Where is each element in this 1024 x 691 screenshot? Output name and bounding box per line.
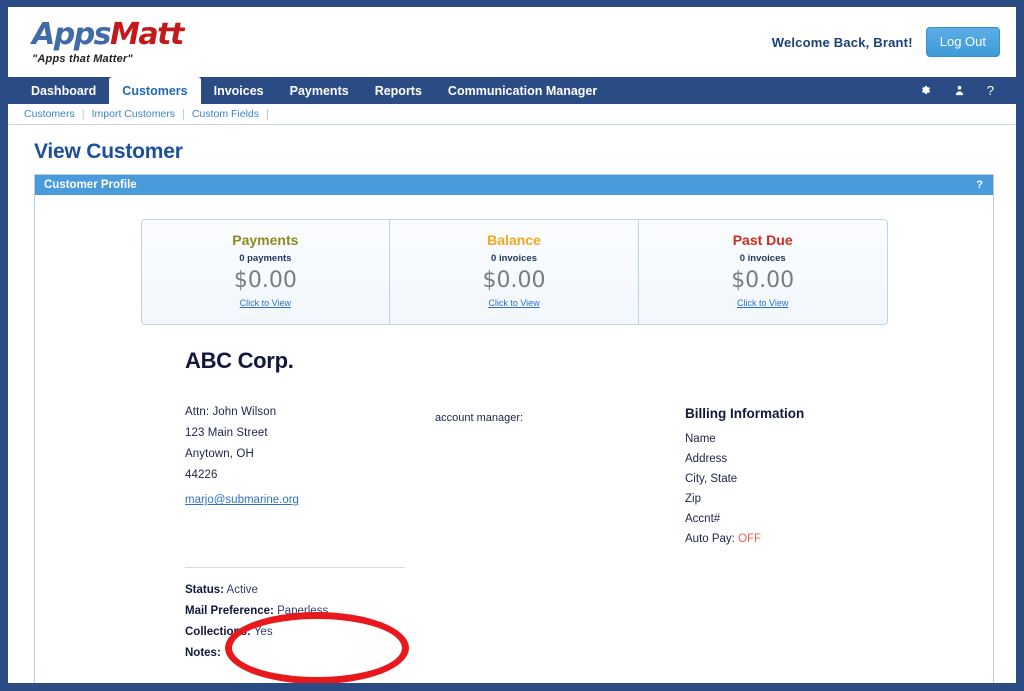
nav-tab-reports[interactable]: Reports bbox=[362, 77, 435, 104]
billing-information-column: Billing Information Name Address City, S… bbox=[685, 406, 945, 553]
page-frame: AppsMatt "Apps that Matter" Welcome Back… bbox=[8, 7, 1016, 683]
app-window: AppsMatt "Apps that Matter" Welcome Back… bbox=[0, 0, 1024, 691]
welcome-message: Welcome Back, Brant! bbox=[771, 34, 913, 50]
customer-street: 123 Main Street bbox=[185, 427, 268, 440]
card-subtitle: 0 invoices bbox=[491, 253, 537, 264]
sub-navigation: Customers | Import Customers | Custom Fi… bbox=[8, 104, 1016, 125]
billing-city-state: City, State bbox=[685, 473, 738, 486]
status-label: Status: bbox=[185, 584, 224, 597]
nav-icon-group: ? bbox=[919, 77, 1016, 104]
billing-account-number: Accnt# bbox=[685, 513, 721, 526]
card-amount: $0.00 bbox=[482, 268, 546, 293]
mail-preference-row: Mail Preference: Paperless bbox=[185, 605, 993, 617]
status-divider bbox=[185, 567, 405, 569]
account-manager-label: account manager: bbox=[435, 412, 524, 425]
summary-card-balance[interactable]: Balance 0 invoices $0.00 Click to View bbox=[389, 220, 638, 325]
summary-card-past-due[interactable]: Past Due 0 invoices $0.00 Click to View bbox=[637, 220, 887, 325]
customer-detail-columns: Attn: John Wilson 123 Main Street Anytow… bbox=[35, 406, 993, 553]
card-amount: $0.00 bbox=[233, 268, 297, 293]
card-view-link[interactable]: Click to View bbox=[240, 298, 291, 308]
logo-tagline: "Apps that Matter" bbox=[32, 52, 133, 65]
nav-tab-dashboard[interactable]: Dashboard bbox=[18, 77, 109, 104]
card-title: Past Due bbox=[732, 232, 793, 248]
panel-header: Customer Profile ? bbox=[35, 175, 993, 195]
logo-wordmark: AppsMatt bbox=[32, 16, 184, 52]
collections-value: Yes bbox=[253, 626, 273, 639]
status-block: Status: Active Mail Preference: Paperles… bbox=[185, 584, 993, 659]
notes-row: Notes: bbox=[185, 647, 993, 659]
status-value: Active bbox=[226, 584, 258, 597]
card-amount: $0.00 bbox=[731, 268, 795, 293]
summary-card-payments[interactable]: Payments 0 payments $0.00 Click to View bbox=[142, 220, 390, 324]
customer-email-link[interactable]: marjo@submarine.org bbox=[185, 494, 299, 506]
subnav-item-custom-fields[interactable]: Custom Fields bbox=[185, 108, 266, 120]
card-subtitle: 0 payments bbox=[239, 253, 292, 264]
nav-tab-customers[interactable]: Customers bbox=[109, 77, 201, 104]
header-right: Welcome Back, Brant! Log Out bbox=[772, 27, 1000, 57]
notes-label: Notes: bbox=[185, 647, 221, 660]
customer-city-state: Anytown, OH bbox=[185, 448, 254, 461]
card-view-link[interactable]: Click to View bbox=[737, 298, 788, 308]
panel-help-icon[interactable]: ? bbox=[976, 179, 983, 191]
billing-address: Address bbox=[685, 453, 728, 466]
subnav-separator: | bbox=[266, 108, 269, 120]
customer-attn: Attn: John Wilson bbox=[185, 406, 277, 419]
logo-matt: Matt bbox=[110, 16, 184, 52]
brand-logo[interactable]: AppsMatt "Apps that Matter" bbox=[20, 16, 184, 65]
panel-body: Payments 0 payments $0.00 Click to View … bbox=[35, 195, 993, 683]
billing-name: Name bbox=[685, 433, 716, 446]
nav-tab-payments[interactable]: Payments bbox=[277, 77, 362, 104]
masthead: AppsMatt "Apps that Matter" Welcome Back… bbox=[8, 7, 1016, 77]
card-view-link[interactable]: Click to View bbox=[488, 298, 539, 308]
logout-button[interactable]: Log Out bbox=[925, 27, 1000, 57]
account-manager-column: account manager: bbox=[435, 406, 685, 553]
card-title: Payments bbox=[232, 232, 299, 248]
billing-zip: Zip bbox=[685, 493, 701, 506]
billing-autopay: Auto Pay: OFF bbox=[685, 533, 945, 545]
page-content: View Customer Customer Profile ? Payment… bbox=[8, 125, 1016, 683]
address-column: Attn: John Wilson 123 Main Street Anytow… bbox=[185, 406, 435, 553]
status-row: Status: Active bbox=[185, 584, 993, 596]
summary-cards: Payments 0 payments $0.00 Click to View … bbox=[140, 219, 888, 326]
card-title: Balance bbox=[487, 232, 541, 248]
autopay-value: OFF bbox=[738, 533, 762, 546]
customer-zip: 44226 bbox=[185, 469, 218, 482]
customer-profile-panel: Customer Profile ? Payments 0 payments $… bbox=[34, 174, 994, 683]
help-question-icon[interactable]: ? bbox=[987, 84, 994, 97]
mail-preference-label: Mail Preference: bbox=[185, 605, 274, 618]
billing-heading: Billing Information bbox=[685, 406, 805, 422]
collections-row: Collections: Yes bbox=[185, 626, 993, 638]
page-title: View Customer bbox=[34, 140, 183, 163]
customer-name: ABC Corp. bbox=[185, 348, 294, 374]
autopay-label: Auto Pay: bbox=[685, 533, 735, 546]
nav-tab-communication-manager[interactable]: Communication Manager bbox=[435, 77, 610, 104]
panel-title: Customer Profile bbox=[44, 179, 137, 191]
logo-apps: Apps bbox=[32, 16, 112, 52]
card-subtitle: 0 invoices bbox=[739, 253, 786, 264]
subnav-item-customers[interactable]: Customers bbox=[22, 108, 82, 120]
subnav-item-import-customers[interactable]: Import Customers bbox=[85, 108, 182, 120]
gear-icon[interactable] bbox=[919, 84, 932, 97]
mail-preference-value: Paperless bbox=[277, 605, 329, 618]
user-icon[interactable] bbox=[954, 84, 965, 97]
nav-tab-invoices[interactable]: Invoices bbox=[201, 77, 277, 104]
main-navigation: Dashboard Customers Invoices Payments Re… bbox=[8, 77, 1016, 104]
collections-label: Collections: bbox=[185, 626, 251, 639]
